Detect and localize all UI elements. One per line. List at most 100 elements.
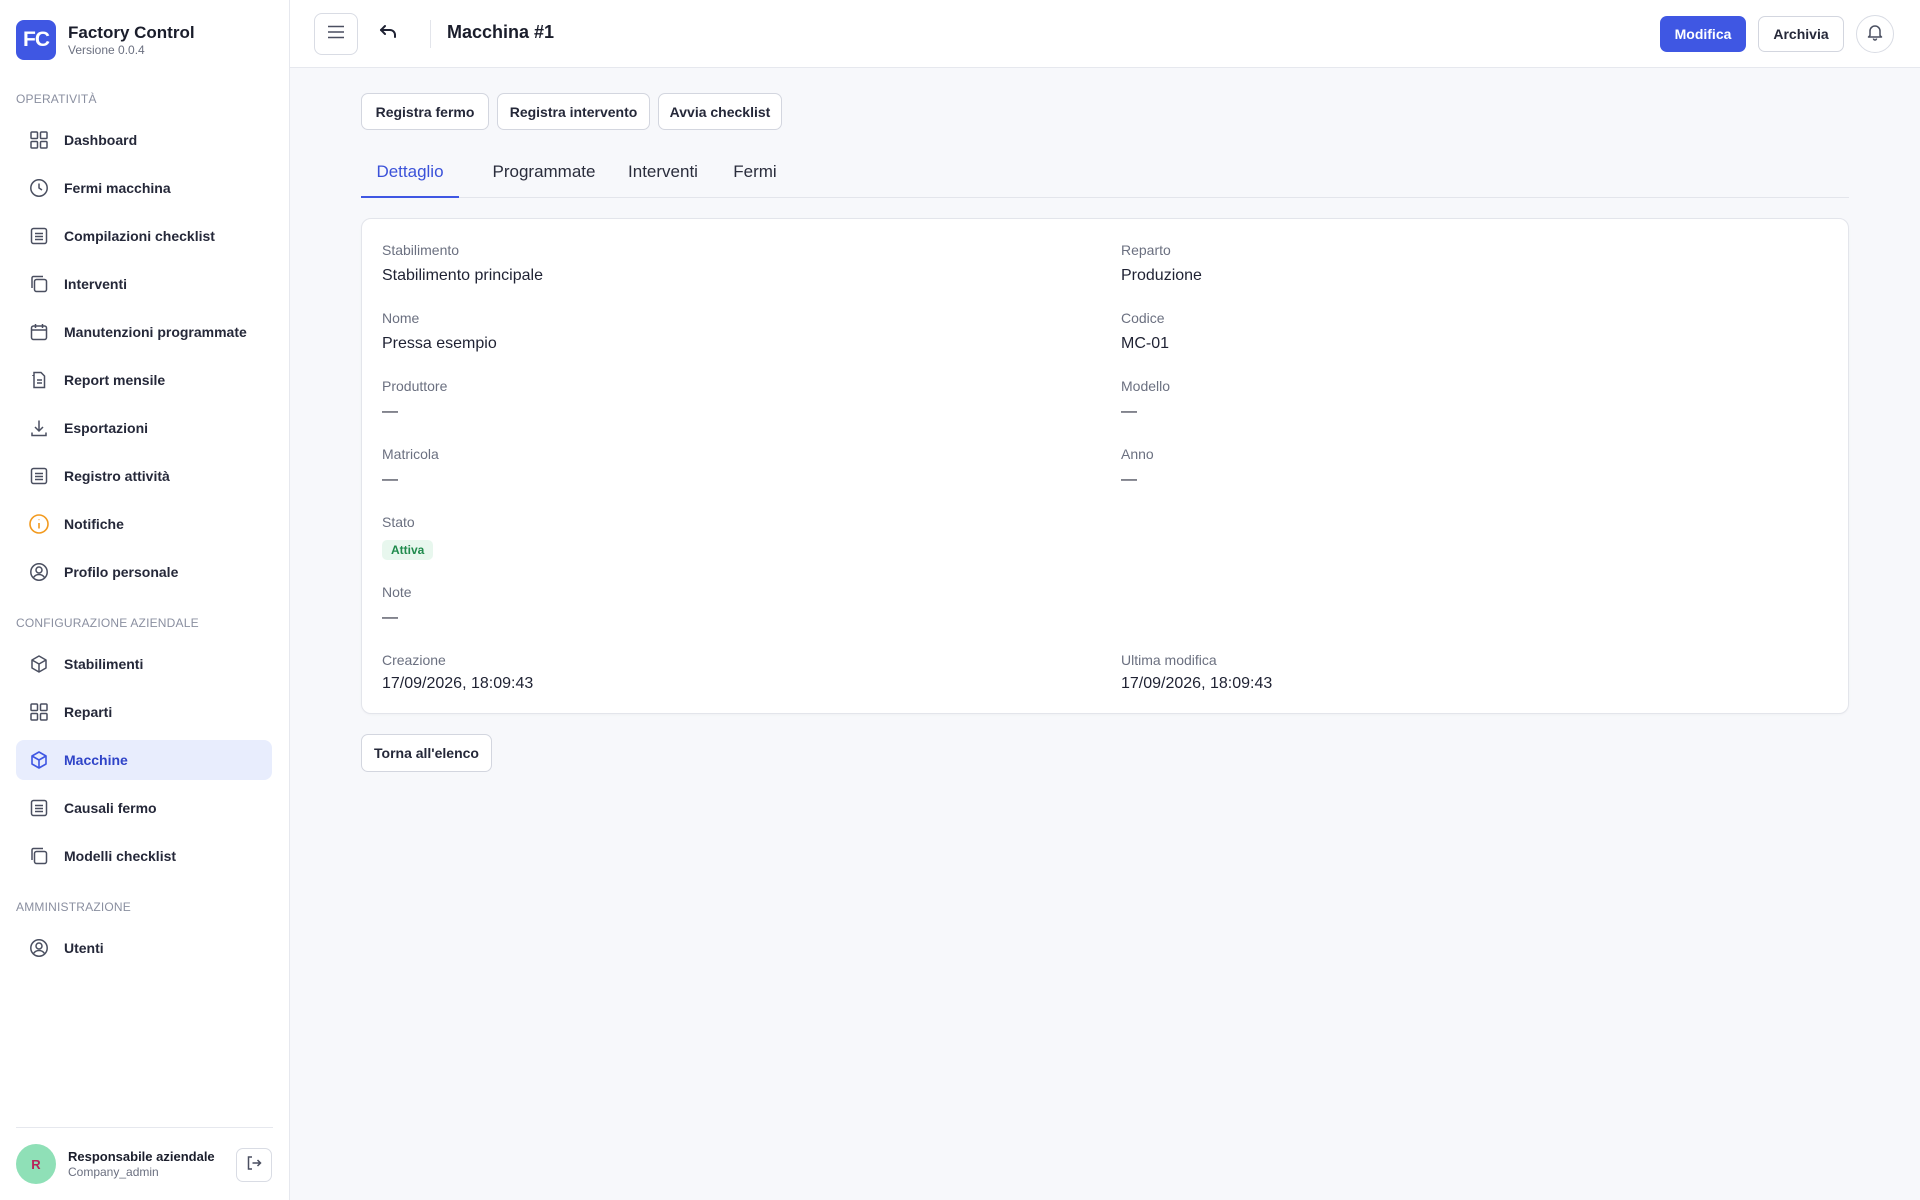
sidebar-item-label: Registro attività — [64, 468, 170, 484]
brand: FC Factory Control Versione 0.0.4 — [16, 20, 195, 60]
field-label: Ultima modifica — [1121, 652, 1217, 668]
field-label: Codice — [1121, 310, 1165, 326]
field-creazione: Creazione 17/09/2026, 18:09:43 — [382, 651, 533, 694]
field-matricola: Matricola — — [382, 445, 439, 490]
sidebar-item-report-mensile[interactable]: Report mensile — [16, 360, 272, 400]
field-value: — — [382, 403, 398, 420]
field-stato: Stato Attiva — [382, 513, 434, 560]
topbar: Macchina #1 Modifica Archivia — [290, 0, 1920, 68]
sidebar-item-reparti[interactable]: Reparti — [16, 692, 272, 732]
field-modello: Modello — — [1121, 377, 1170, 422]
logout-icon — [245, 1154, 263, 1177]
field-value: Produzione — [1121, 267, 1202, 284]
tab-fermi[interactable]: Fermi — [713, 152, 797, 198]
grid-icon — [28, 701, 50, 723]
field-label: Note — [382, 584, 412, 600]
field-value: Pressa esempio — [382, 335, 497, 352]
archive-button[interactable]: Archivia — [1758, 16, 1844, 52]
register-intervention-button[interactable]: Registra intervento — [497, 93, 650, 130]
field-note: Note — — [382, 583, 412, 628]
sidebar-item-label: Utenti — [64, 940, 104, 956]
tab-interventi[interactable]: Interventi — [613, 152, 713, 198]
cube-icon — [28, 749, 50, 771]
section-label-configurazione: CONFIGURAZIONE AZIENDALE — [16, 616, 199, 630]
field-stabilimento: Stabilimento Stabilimento principale — [382, 241, 543, 286]
user-profile: R Responsabile aziendale Company_admin — [16, 1144, 272, 1184]
start-checklist-button[interactable]: Avvia checklist — [658, 93, 782, 130]
hamburger-icon — [327, 25, 345, 44]
sidebar-item-label: Macchine — [64, 752, 128, 768]
machine-detail-card: Stabilimento Stabilimento principale Rep… — [361, 218, 1849, 714]
tab-dettaglio[interactable]: Dettaglio — [361, 152, 459, 198]
field-label: Stabilimento — [382, 242, 460, 258]
field-value: Stabilimento principale — [382, 267, 543, 284]
list-icon — [28, 797, 50, 819]
section-label-amministrazione: AMMINISTRAZIONE — [16, 900, 132, 914]
sidebar-item-label: Reparti — [64, 704, 113, 720]
logout-button[interactable] — [236, 1148, 272, 1182]
field-label: Nome — [382, 310, 420, 326]
field-anno: Anno — — [1121, 445, 1154, 490]
topbar-divider — [430, 20, 431, 48]
sidebar-item-label: Report mensile — [64, 372, 166, 388]
list-icon — [28, 465, 50, 487]
field-label: Anno — [1121, 446, 1154, 462]
sidebar-item-utenti[interactable]: Utenti — [16, 928, 272, 968]
field-value: — — [1121, 403, 1137, 420]
sidebar-item-causali-fermo[interactable]: Causali fermo — [16, 788, 272, 828]
field-codice: Codice MC-01 — [1121, 309, 1169, 354]
app-name: Factory Control — [68, 22, 195, 42]
tab-bar: Dettaglio Programmate Interventi Fermi — [361, 152, 1849, 198]
sidebar-item-label: Causali fermo — [64, 800, 157, 816]
sidebar-item-label: Compilazioni checklist — [64, 228, 215, 244]
document-icon — [28, 369, 50, 391]
field-produttore: Produttore — — [382, 377, 447, 422]
sidebar-item-dashboard[interactable]: Dashboard — [16, 120, 272, 160]
back-button[interactable] — [374, 19, 404, 49]
sidebar-item-esportazioni[interactable]: Esportazioni — [16, 408, 272, 448]
tab-programmate[interactable]: Programmate — [474, 152, 614, 198]
sidebar-item-label: Dashboard — [64, 132, 138, 148]
field-value: — — [1121, 471, 1137, 488]
sidebar-item-profilo-personale[interactable]: Profilo personale — [16, 552, 272, 592]
sidebar-item-registro-attivita[interactable]: Registro attività — [16, 456, 272, 496]
sidebar-item-manutenzioni-programmate[interactable]: Manutenzioni programmate — [16, 312, 272, 352]
back-to-list-button[interactable]: Torna all'elenco — [361, 734, 492, 772]
sidebar-item-interventi[interactable]: Interventi — [16, 264, 272, 304]
field-reparto: Reparto Produzione — [1121, 241, 1202, 286]
sidebar-item-label: Stabilimenti — [64, 656, 144, 672]
avatar: R — [16, 1144, 56, 1184]
edit-button[interactable]: Modifica — [1660, 16, 1746, 52]
calendar-icon — [28, 321, 50, 343]
sidebar-item-modelli-checklist[interactable]: Modelli checklist — [16, 836, 272, 876]
register-stop-button[interactable]: Registra fermo — [361, 93, 489, 130]
field-ultima-modifica: Ultima modifica 17/09/2026, 18:09:43 — [1121, 651, 1272, 694]
field-value: — — [382, 471, 398, 488]
field-label: Stato — [382, 514, 415, 530]
sidebar-item-notifiche[interactable]: Notifiche — [16, 504, 272, 544]
field-value: 17/09/2026, 18:09:43 — [1121, 675, 1273, 692]
status-badge: Attiva — [382, 540, 434, 560]
sidebar-item-macchine[interactable]: Macchine — [16, 740, 272, 780]
sidebar-item-label: Esportazioni — [64, 420, 149, 436]
notifications-button[interactable] — [1856, 15, 1894, 53]
sidebar-item-fermi-macchina[interactable]: Fermi macchina — [16, 168, 272, 208]
sidebar-item-stabilimenti[interactable]: Stabilimenti — [16, 644, 272, 684]
copy-icon — [28, 273, 50, 295]
info-icon — [28, 513, 50, 535]
field-label: Produttore — [382, 378, 448, 394]
field-label: Creazione — [382, 652, 446, 668]
sidebar-item-label: Fermi macchina — [64, 180, 171, 196]
field-value: 17/09/2026, 18:09:43 — [382, 675, 534, 692]
sidebar-item-label: Profilo personale — [64, 564, 179, 580]
grid-icon — [28, 129, 50, 151]
field-value: MC-01 — [1121, 335, 1170, 352]
sidebar-item-label: Modelli checklist — [64, 848, 177, 864]
section-label-operativita: OPERATIVITÀ — [16, 92, 97, 106]
user-circle-icon — [28, 561, 50, 583]
sidebar: FC Factory Control Versione 0.0.4 OPERAT… — [0, 0, 290, 1200]
sidebar-item-compilazioni-checklist[interactable]: Compilazioni checklist — [16, 216, 272, 256]
menu-toggle-button[interactable] — [314, 13, 358, 55]
field-label: Reparto — [1121, 242, 1171, 258]
field-nome: Nome Pressa esempio — [382, 309, 497, 354]
